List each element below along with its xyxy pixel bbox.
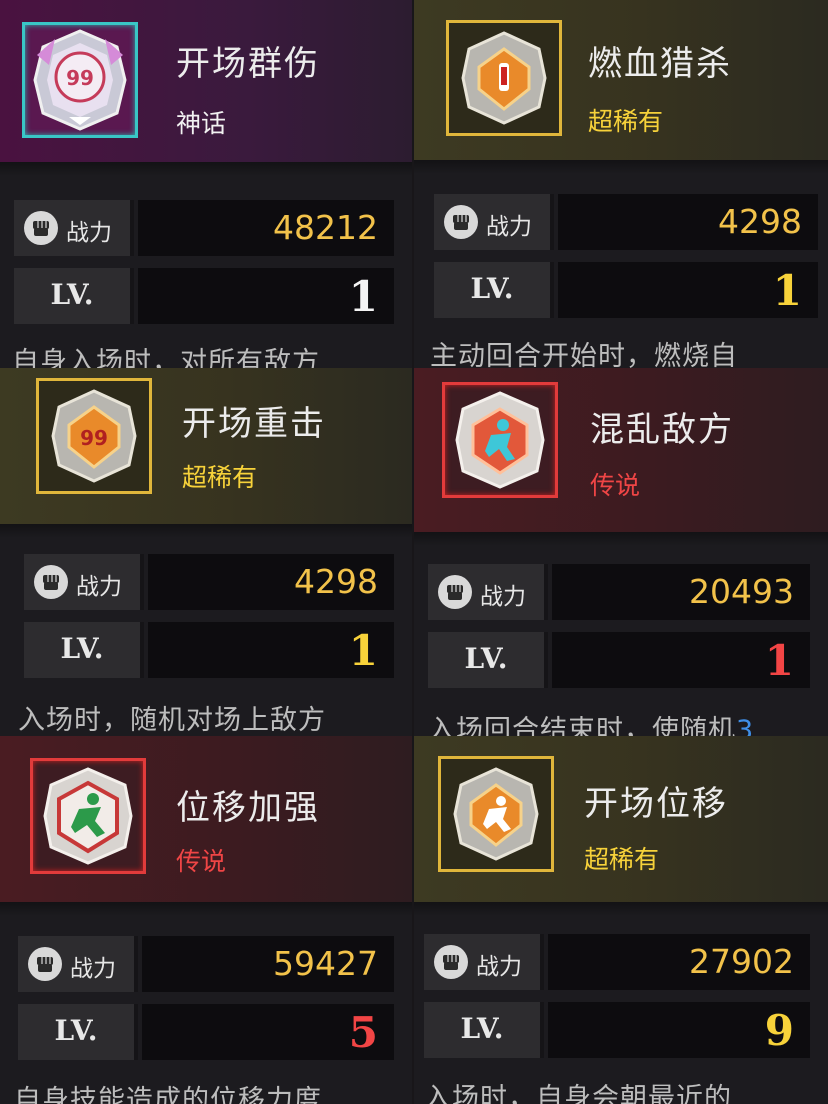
level-label: LV.: [54, 1014, 98, 1047]
skill-name: 位移加强: [176, 788, 320, 828]
rarity-label: 超稀有: [588, 107, 664, 136]
fist-icon: [438, 575, 472, 609]
skill-name: 开场群伤: [176, 44, 320, 84]
power-value: 20493: [552, 564, 810, 620]
level-row: LV. 9: [424, 1002, 810, 1058]
power-row: 战力 27902: [424, 934, 810, 990]
skill-card-6[interactable]: 开场位移 超稀有 战力 27902 LV. 9 入场时，自身会朝最近的: [414, 736, 828, 1104]
level-label: LV.: [470, 272, 514, 305]
chaos-runner-badge-icon: [442, 382, 558, 498]
card-header: 混乱敌方 传说: [414, 368, 828, 546]
power-value: 4298: [148, 554, 394, 610]
skill-card-1[interactable]: 99 开场群伤 神话 战力 48212 LV. 1 自身入场时，对所有敌方: [0, 0, 412, 368]
sprint-badge-icon: [30, 758, 146, 874]
level-value: 1: [148, 622, 394, 678]
skill-description: 自身技能造成的位移力度: [14, 1085, 322, 1104]
description-highlight: 3: [736, 715, 755, 736]
dash-badge-icon: [438, 756, 554, 872]
level-label: LV.: [464, 642, 508, 675]
level-label: LV.: [460, 1012, 504, 1045]
skill-name: 混乱敌方: [590, 410, 734, 450]
fist-icon: [444, 205, 478, 239]
power-value: 27902: [548, 934, 810, 990]
rarity-label: 超稀有: [584, 845, 660, 874]
card-header: 开场位移 超稀有: [414, 736, 828, 916]
level-row: LV. 1: [434, 262, 818, 318]
level-label: LV.: [60, 632, 104, 665]
power-row: 战力 20493: [428, 564, 810, 620]
power-value: 4298: [558, 194, 818, 250]
power-label: 战力: [486, 214, 532, 240]
rarity-label: 神话: [176, 109, 227, 138]
power-row: 战力 48212: [14, 200, 394, 256]
skill-card-2[interactable]: 燃血猎杀 超稀有 战力 4298 LV. 1 主动回合开始时，燃烧自: [414, 0, 828, 368]
skill-description: 入场时，自身会朝最近的: [424, 1083, 732, 1104]
level-value: 5: [142, 1004, 394, 1060]
svg-text:99: 99: [66, 66, 94, 90]
skill-card-4[interactable]: 混乱敌方 传说 战力 20493 LV. 1 入场回合结束时，使随机3: [414, 368, 828, 736]
skill-description: 自身入场时，对所有敌方: [12, 347, 320, 368]
level-label: LV.: [50, 278, 94, 311]
level-row: LV. 5: [18, 1004, 394, 1060]
fist-icon: [28, 947, 62, 981]
mythic-badge-icon: 99: [22, 22, 138, 138]
power-value: 59427: [142, 936, 394, 992]
card-header: 位移加强 传说: [0, 736, 412, 916]
heavy-strike-badge-icon: 99: [36, 378, 152, 494]
skill-name: 开场位移: [584, 784, 728, 824]
power-label: 战力: [476, 954, 522, 980]
fist-icon: [434, 945, 468, 979]
fist-icon: [34, 565, 68, 599]
power-row: 战力 59427: [18, 936, 394, 992]
card-header: 99 开场群伤 神话: [0, 0, 412, 176]
level-row: LV. 1: [428, 632, 810, 688]
card-header: 燃血猎杀 超稀有: [414, 0, 828, 174]
power-label: 战力: [76, 574, 122, 600]
card-header: 99 开场重击 超稀有: [0, 368, 412, 538]
rarity-label: 传说: [590, 471, 641, 500]
power-label: 战力: [66, 220, 112, 246]
power-row: 战力 4298: [434, 194, 818, 250]
skill-name: 开场重击: [182, 404, 326, 444]
rarity-label: 传说: [176, 847, 227, 876]
skill-description: 入场时，随机对场上敌方: [18, 705, 326, 736]
power-value: 48212: [138, 200, 394, 256]
level-row: LV. 1: [24, 622, 394, 678]
level-value: 9: [548, 1002, 810, 1058]
fist-icon: [24, 211, 58, 245]
skill-description: 入场回合结束时，使随机3: [428, 708, 824, 736]
skill-name: 燃血猎杀: [588, 44, 732, 84]
skill-description: 主动回合开始时，燃烧自: [430, 341, 738, 368]
skill-card-3[interactable]: 99 开场重击 超稀有 战力 4298 LV. 1 入场时，随机对场上敌方: [0, 368, 412, 736]
level-value: 1: [558, 262, 818, 318]
svg-text:99: 99: [80, 426, 108, 450]
level-row: LV. 1: [14, 268, 394, 324]
power-row: 战力 4298: [24, 554, 394, 610]
power-label: 战力: [480, 584, 526, 610]
level-value: 1: [552, 632, 810, 688]
skill-card-5[interactable]: 位移加强 传说 战力 59427 LV. 5 自身技能造成的位移力度: [0, 736, 412, 1104]
level-value: 1: [138, 268, 394, 324]
power-label: 战力: [70, 956, 116, 982]
blood-sword-badge-icon: [446, 20, 562, 136]
rarity-label: 超稀有: [182, 463, 258, 492]
